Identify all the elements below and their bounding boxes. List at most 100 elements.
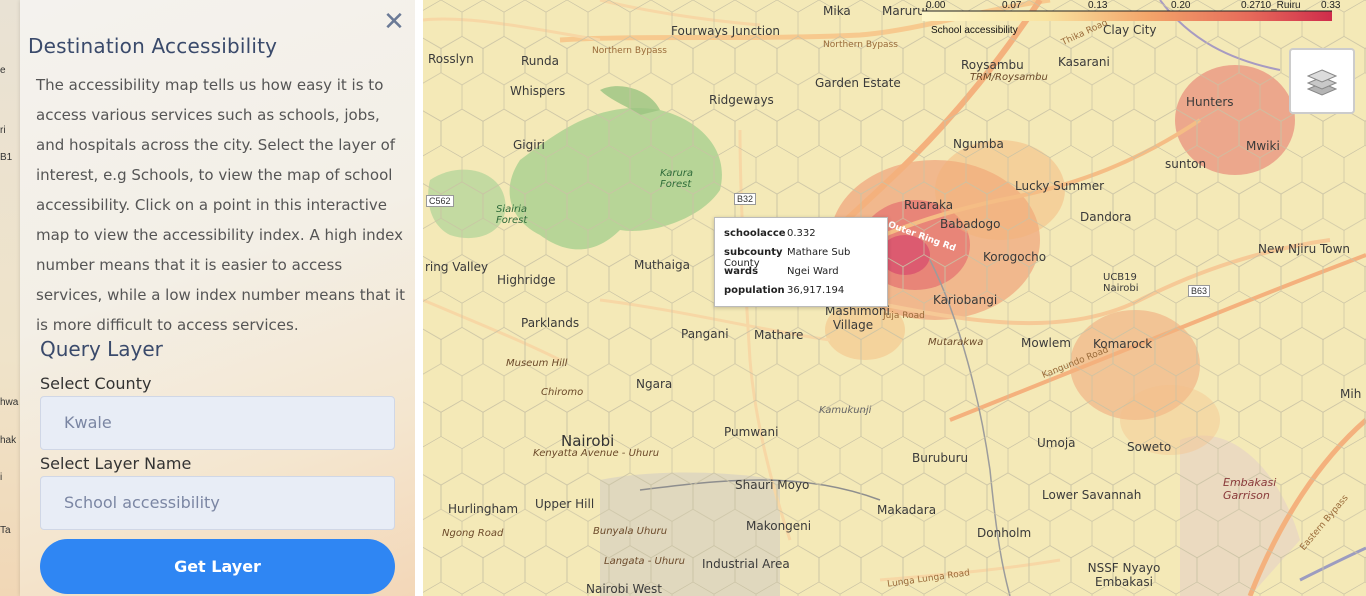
- map-label: sunton: [1165, 157, 1207, 171]
- map-label: Chiromo: [541, 387, 584, 398]
- map-label: Kenyatta Avenue - Uhuru: [533, 448, 660, 459]
- map-label: Mowlem: [1021, 336, 1071, 350]
- strip-label: Ta: [0, 525, 11, 536]
- map-label: Kamukunji: [819, 405, 872, 416]
- layer-name-label: Select Layer Name: [40, 454, 192, 473]
- map-label: ring Valley: [425, 260, 489, 274]
- strip-label: ri: [0, 125, 6, 136]
- map-edge-strip: e B1 ri hwa hak Ta i: [0, 0, 22, 596]
- popup-value: 36,917.194: [787, 285, 845, 296]
- road-shield: B32: [734, 193, 757, 205]
- popup-row: wards Ngei Ward: [724, 266, 839, 277]
- map-label: New Njiru Town: [1258, 242, 1351, 256]
- road-shield: B63: [1188, 285, 1211, 297]
- strip-label: e: [0, 65, 6, 76]
- map-label: Juja Road: [883, 311, 925, 321]
- legend: 0.00 0.07 0.13 0.20 0.27 10_Ruiru 0.33 S…: [922, 0, 1342, 40]
- map-label: Babadogo: [940, 217, 1001, 231]
- legend-tick: 0.07: [1002, 0, 1022, 11]
- map-label: Mutarakwa: [928, 337, 984, 348]
- legend-tick: 0.13: [1088, 0, 1108, 11]
- popup-row: population 36,917.194: [724, 285, 844, 296]
- popup-key: schoolacce: [724, 228, 786, 239]
- map-label: Shauri Moyo: [735, 478, 810, 492]
- strip-label: B1: [0, 152, 13, 163]
- map-label: Pangani: [681, 327, 729, 341]
- map-label: Dandora: [1080, 210, 1132, 224]
- map-label: Gigiri: [513, 138, 545, 152]
- legend-tick: 0.33: [1321, 0, 1341, 11]
- popup-value: 0.332: [787, 228, 816, 239]
- legend-tick: 0.00: [926, 0, 946, 11]
- county-select[interactable]: Kwale: [40, 396, 395, 450]
- map-label: Fourways Junction: [671, 24, 781, 38]
- panel-description: The accessibility map tells us how easy …: [36, 76, 406, 334]
- map-label: Upper Hill: [535, 497, 595, 511]
- county-label: Select County: [40, 374, 152, 393]
- map-label: Northern Bypass: [592, 46, 667, 56]
- map-label: Makongeni: [746, 519, 812, 533]
- map-label: Mih: [1340, 387, 1362, 401]
- map-label: Mashimoni Village: [825, 304, 890, 332]
- map-label: Langata - Uhuru: [604, 556, 685, 567]
- map-label: Industrial Area: [702, 557, 790, 571]
- strip-label: hak: [0, 435, 17, 446]
- close-icon[interactable]: ✕: [383, 8, 405, 34]
- map-label: Mika: [823, 4, 851, 18]
- map-label: Karura Forest: [660, 168, 694, 190]
- map-label: Rosslyn: [428, 52, 474, 66]
- legend-tick: 10_Ruiru: [1260, 0, 1301, 11]
- popup-value: Ngei Ward: [787, 266, 839, 277]
- map-label: Lucky Summer: [1015, 179, 1105, 193]
- map-label: Northern Bypass: [823, 40, 898, 50]
- road-shield: C562: [426, 195, 454, 207]
- map-label: Bunyala Uhuru: [593, 526, 668, 537]
- map-label: Ngong Road: [442, 528, 504, 539]
- popup-key: wards: [724, 266, 759, 277]
- map-label: Hunters: [1186, 95, 1234, 109]
- strip-label: hwa: [0, 397, 19, 408]
- map-label: Museum Hill: [506, 358, 568, 369]
- map-label: Pumwani: [724, 425, 779, 439]
- map-label: Highridge: [497, 273, 556, 287]
- map-label: UCB19 Nairobi: [1103, 272, 1139, 294]
- legend-title: School accessibility: [931, 25, 1018, 36]
- side-panel: ✕ Destination Accessibility The accessib…: [20, 0, 415, 596]
- popup-key: subcounty: [724, 247, 783, 258]
- map-label: Ngumba: [953, 137, 1004, 151]
- legend-tick: 0.20: [1171, 0, 1191, 11]
- map-label: Mwiki: [1246, 139, 1280, 153]
- panel-title: Destination Accessibility: [28, 34, 278, 58]
- map-label: Soweto: [1127, 440, 1172, 454]
- map-label: Donholm: [977, 526, 1032, 540]
- map-label: Runda: [521, 54, 559, 68]
- get-layer-button[interactable]: Get Layer: [40, 539, 395, 594]
- map-label: Ngara: [636, 377, 673, 391]
- map-label: Umoja: [1037, 436, 1076, 450]
- map-label: Embakasi Garrison: [1223, 476, 1277, 502]
- layers-control-button[interactable]: [1289, 48, 1355, 114]
- map-label: Ruaraka: [904, 198, 954, 212]
- map-label: NSSF Nyayo Embakasi: [1087, 561, 1161, 589]
- layers-icon: [1307, 69, 1337, 96]
- map-label: Parklands: [521, 316, 580, 330]
- panel-divider: [415, 0, 423, 596]
- map-label: Kasarani: [1058, 55, 1110, 69]
- map-label: Nairobi West: [586, 582, 662, 596]
- map-label: Siairia Forest: [496, 204, 528, 226]
- map-label: Mathare: [754, 328, 804, 342]
- popup-key: population: [724, 285, 785, 296]
- strip-label: i: [0, 472, 3, 483]
- layer-name-select[interactable]: School accessibility: [40, 476, 395, 530]
- feature-popup: schoolacce0.332 subcounty Mathare Sub Cou…: [714, 217, 888, 307]
- map-label: Roysambu: [961, 58, 1024, 72]
- legend-tick: 0.27: [1241, 0, 1261, 11]
- map-label: Buruburu: [912, 451, 969, 465]
- map-label: Makadara: [877, 503, 937, 517]
- popup-row: schoolacce0.332: [724, 228, 816, 239]
- map-label: Whispers: [510, 84, 566, 98]
- map-label: Lower Savannah: [1042, 488, 1142, 502]
- map-label: TRM/Roysambu: [970, 72, 1048, 83]
- query-layer-title: Query Layer: [40, 337, 163, 361]
- map-label: Kariobangi: [933, 293, 998, 307]
